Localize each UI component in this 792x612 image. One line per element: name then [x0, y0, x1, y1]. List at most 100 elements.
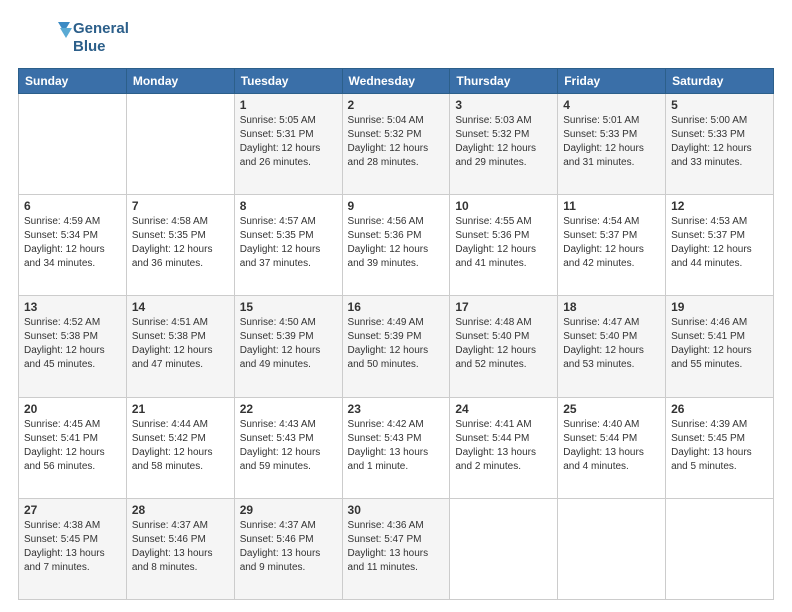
calendar-cell: 10Sunrise: 4:55 AMSunset: 5:36 PMDayligh…	[450, 195, 558, 296]
day-number: 12	[671, 199, 768, 213]
day-number: 15	[240, 300, 337, 314]
day-detail: Sunrise: 4:39 AMSunset: 5:45 PMDaylight:…	[671, 418, 768, 474]
calendar-week-row: 13Sunrise: 4:52 AMSunset: 5:38 PMDayligh…	[19, 296, 774, 397]
day-number: 18	[563, 300, 660, 314]
day-detail: Sunrise: 4:42 AMSunset: 5:43 PMDaylight:…	[348, 418, 445, 474]
calendar-cell	[19, 94, 127, 195]
day-detail: Sunrise: 4:44 AMSunset: 5:42 PMDaylight:…	[132, 418, 229, 474]
day-detail: Sunrise: 4:57 AMSunset: 5:35 PMDaylight:…	[240, 215, 337, 271]
day-number: 19	[671, 300, 768, 314]
day-number: 5	[671, 98, 768, 112]
day-number: 7	[132, 199, 229, 213]
day-detail: Sunrise: 5:01 AMSunset: 5:33 PMDaylight:…	[563, 114, 660, 170]
calendar-cell: 30 Sunrise: 4:36 AMSunset: 5:47 PMDayligh…	[342, 498, 450, 599]
day-number: 22	[240, 402, 337, 416]
day-number: 2	[348, 98, 445, 112]
day-detail: Sunrise: 4:55 AMSunset: 5:36 PMDaylight:…	[455, 215, 552, 271]
col-thursday: Thursday	[450, 69, 558, 94]
calendar-cell: 1 Sunrise: 5:05 AMSunset: 5:31 PMDaylight…	[234, 94, 342, 195]
day-detail: Sunrise: 4:58 AMSunset: 5:35 PMDaylight:…	[132, 215, 229, 271]
day-detail: Sunrise: 4:43 AMSunset: 5:43 PMDaylight:…	[240, 418, 337, 474]
day-number: 26	[671, 402, 768, 416]
day-detail: Sunrise: 4:56 AMSunset: 5:36 PMDaylight:…	[348, 215, 445, 271]
calendar-cell: 28 Sunrise: 4:37 AMSunset: 5:46 PMDayligh…	[126, 498, 234, 599]
day-number: 28	[132, 503, 229, 517]
day-number: 27	[24, 503, 121, 517]
col-tuesday: Tuesday	[234, 69, 342, 94]
day-detail: Sunrise: 5:05 AMSunset: 5:31 PMDaylight:…	[240, 114, 337, 170]
day-detail: Sunrise: 5:03 AMSunset: 5:32 PMDaylight:…	[455, 114, 552, 170]
calendar-cell: 15 Sunrise: 4:50 AMSunset: 5:39 PMDayligh…	[234, 296, 342, 397]
day-detail: Sunrise: 4:48 AMSunset: 5:40 PMDaylight:…	[455, 316, 552, 372]
day-detail: Sunrise: 4:47 AMSunset: 5:40 PMDaylight:…	[563, 316, 660, 372]
day-detail: Sunrise: 4:37 AMSunset: 5:46 PMDaylight:…	[132, 519, 229, 575]
day-detail: Sunrise: 4:52 AMSunset: 5:38 PMDaylight:…	[24, 316, 121, 372]
calendar-cell: 8 Sunrise: 4:57 AMSunset: 5:35 PMDaylight…	[234, 195, 342, 296]
calendar-cell: 21 Sunrise: 4:44 AMSunset: 5:42 PMDayligh…	[126, 397, 234, 498]
calendar-cell: 27 Sunrise: 4:38 AMSunset: 5:45 PMDayligh…	[19, 498, 127, 599]
calendar-cell	[126, 94, 234, 195]
day-number: 25	[563, 402, 660, 416]
day-detail: Sunrise: 4:54 AMSunset: 5:37 PMDaylight:…	[563, 215, 660, 271]
day-number: 11	[563, 199, 660, 213]
calendar-cell: 26 Sunrise: 4:39 AMSunset: 5:45 PMDayligh…	[666, 397, 774, 498]
calendar-cell	[450, 498, 558, 599]
calendar-week-row: 27 Sunrise: 4:38 AMSunset: 5:45 PMDayligh…	[19, 498, 774, 599]
day-detail: Sunrise: 4:50 AMSunset: 5:39 PMDaylight:…	[240, 316, 337, 372]
calendar-cell: 4 Sunrise: 5:01 AMSunset: 5:33 PMDaylight…	[558, 94, 666, 195]
day-number: 4	[563, 98, 660, 112]
logo-wordmark: GeneralBlue	[73, 20, 129, 56]
calendar-cell: 12 Sunrise: 4:53 AMSunset: 5:37 PMDayligh…	[666, 195, 774, 296]
col-monday: Monday	[126, 69, 234, 94]
day-detail: Sunrise: 4:53 AMSunset: 5:37 PMDaylight:…	[671, 215, 768, 271]
calendar-cell: 3Sunrise: 5:03 AMSunset: 5:32 PMDaylight…	[450, 94, 558, 195]
day-detail: Sunrise: 4:51 AMSunset: 5:38 PMDaylight:…	[132, 316, 229, 372]
calendar-cell: 19 Sunrise: 4:46 AMSunset: 5:41 PMDayligh…	[666, 296, 774, 397]
day-number: 1	[240, 98, 337, 112]
day-detail: Sunrise: 4:41 AMSunset: 5:44 PMDaylight:…	[455, 418, 552, 474]
day-number: 17	[455, 300, 552, 314]
col-friday: Friday	[558, 69, 666, 94]
day-number: 23	[348, 402, 445, 416]
calendar-week-row: 1 Sunrise: 5:05 AMSunset: 5:31 PMDaylight…	[19, 94, 774, 195]
calendar-cell: 22 Sunrise: 4:43 AMSunset: 5:43 PMDayligh…	[234, 397, 342, 498]
col-sunday: Sunday	[19, 69, 127, 94]
calendar-cell: 5 Sunrise: 5:00 AMSunset: 5:33 PMDaylight…	[666, 94, 774, 195]
calendar-cell: 16 Sunrise: 4:49 AMSunset: 5:39 PMDayligh…	[342, 296, 450, 397]
calendar-cell: 25 Sunrise: 4:40 AMSunset: 5:44 PMDayligh…	[558, 397, 666, 498]
day-detail: Sunrise: 4:37 AMSunset: 5:46 PMDaylight:…	[240, 519, 337, 575]
calendar-cell: 17 Sunrise: 4:48 AMSunset: 5:40 PMDayligh…	[450, 296, 558, 397]
col-wednesday: Wednesday	[342, 69, 450, 94]
day-number: 8	[240, 199, 337, 213]
col-saturday: Saturday	[666, 69, 774, 94]
calendar-cell: 20Sunrise: 4:45 AMSunset: 5:41 PMDayligh…	[19, 397, 127, 498]
calendar-cell: 11 Sunrise: 4:54 AMSunset: 5:37 PMDayligh…	[558, 195, 666, 296]
calendar-cell: 2Sunrise: 5:04 AMSunset: 5:32 PMDaylight…	[342, 94, 450, 195]
calendar-cell: 6 Sunrise: 4:59 AMSunset: 5:34 PMDaylight…	[19, 195, 127, 296]
calendar-cell	[558, 498, 666, 599]
calendar-cell: 24Sunrise: 4:41 AMSunset: 5:44 PMDayligh…	[450, 397, 558, 498]
day-detail: Sunrise: 5:00 AMSunset: 5:33 PMDaylight:…	[671, 114, 768, 170]
day-number: 30	[348, 503, 445, 517]
calendar-cell: 29 Sunrise: 4:37 AMSunset: 5:46 PMDayligh…	[234, 498, 342, 599]
day-number: 29	[240, 503, 337, 517]
logo: GeneralBlue	[18, 18, 129, 58]
calendar-cell: 13Sunrise: 4:52 AMSunset: 5:38 PMDayligh…	[19, 296, 127, 397]
day-number: 6	[24, 199, 121, 213]
page: GeneralBlue Sunday Monday Tuesday Wednes…	[0, 0, 792, 612]
day-detail: Sunrise: 4:38 AMSunset: 5:45 PMDaylight:…	[24, 519, 121, 575]
calendar-cell: 7 Sunrise: 4:58 AMSunset: 5:35 PMDaylight…	[126, 195, 234, 296]
day-detail: Sunrise: 4:40 AMSunset: 5:44 PMDaylight:…	[563, 418, 660, 474]
day-number: 21	[132, 402, 229, 416]
calendar-cell: 23 Sunrise: 4:42 AMSunset: 5:43 PMDayligh…	[342, 397, 450, 498]
day-detail: Sunrise: 4:36 AMSunset: 5:47 PMDaylight:…	[348, 519, 445, 575]
day-detail: Sunrise: 4:59 AMSunset: 5:34 PMDaylight:…	[24, 215, 121, 271]
calendar-week-row: 6 Sunrise: 4:59 AMSunset: 5:34 PMDaylight…	[19, 195, 774, 296]
day-detail: Sunrise: 4:46 AMSunset: 5:41 PMDaylight:…	[671, 316, 768, 372]
day-number: 16	[348, 300, 445, 314]
calendar-header-row: Sunday Monday Tuesday Wednesday Thursday…	[19, 69, 774, 94]
calendar-cell: 9Sunrise: 4:56 AMSunset: 5:36 PMDaylight…	[342, 195, 450, 296]
logo-svg	[18, 18, 73, 58]
day-detail: Sunrise: 4:49 AMSunset: 5:39 PMDaylight:…	[348, 316, 445, 372]
calendar-week-row: 20Sunrise: 4:45 AMSunset: 5:41 PMDayligh…	[19, 397, 774, 498]
